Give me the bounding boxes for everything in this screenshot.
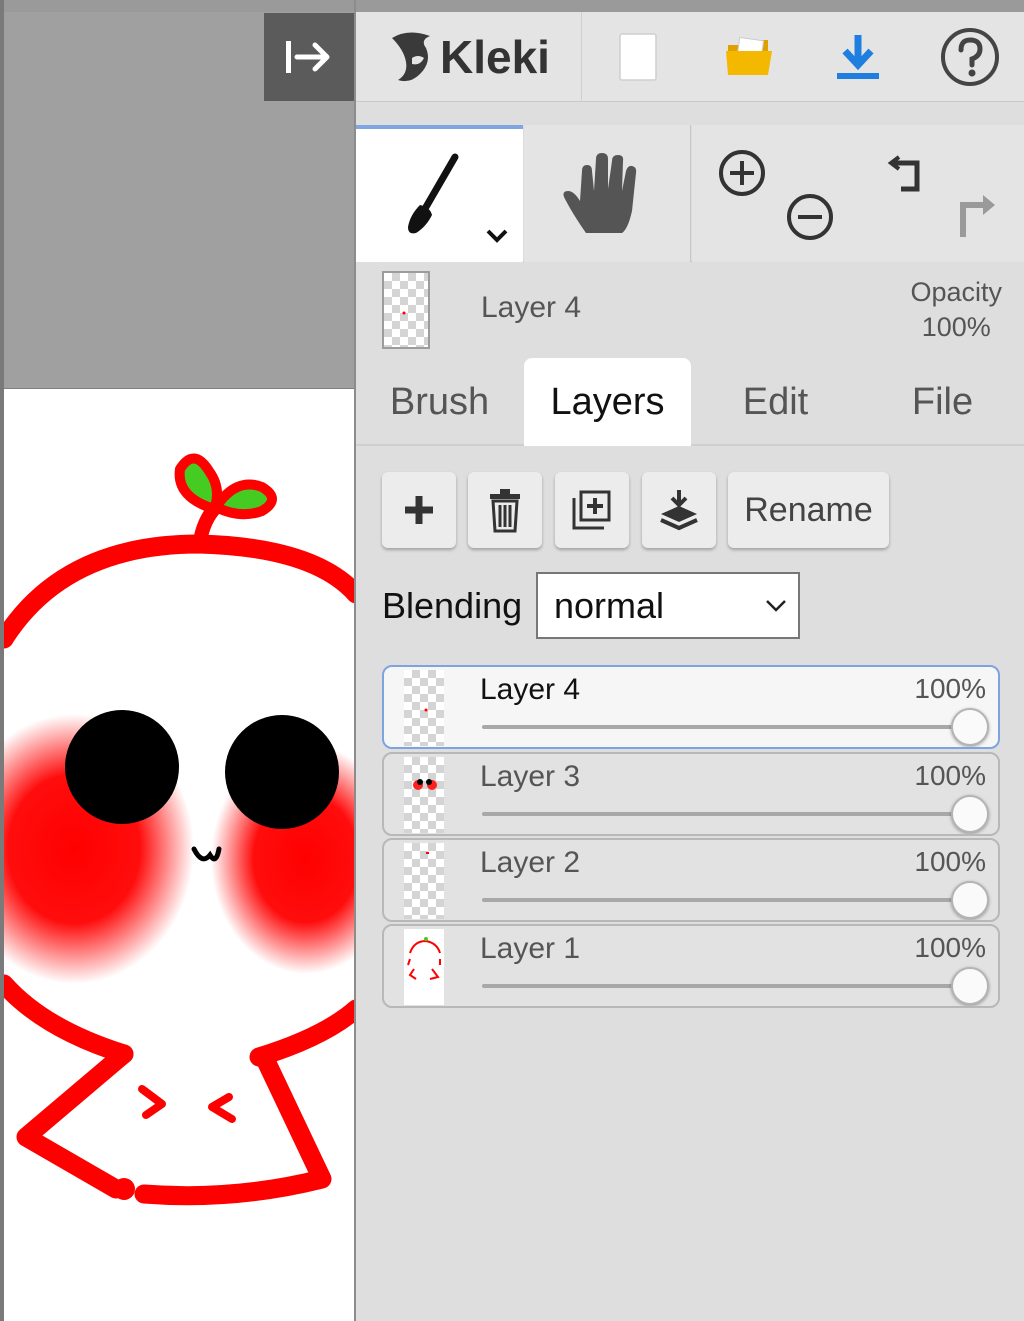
- right-leaf: [211, 479, 277, 520]
- body-bottom: [134, 1051, 332, 1206]
- layer-name: Layer 3: [480, 760, 581, 793]
- top-bar: Kleki: [356, 12, 1024, 102]
- layer-preview: [424, 708, 428, 712]
- head-outline-left: [4, 974, 134, 1064]
- chevron-down-icon: [766, 600, 786, 612]
- head-outline-top: [4, 534, 354, 649]
- canvas-top-strip: [0, 0, 354, 12]
- opacity-value: 100%: [921, 312, 991, 342]
- tab-file[interactable]: File: [859, 358, 1024, 446]
- current-layer-info: Layer 4 Opacity 100%: [356, 263, 1024, 358]
- collapse-panel-icon: [286, 41, 330, 73]
- layer-thumbnail: [404, 843, 444, 919]
- blending-row: Blending normal: [382, 572, 1022, 640]
- undo-icon[interactable]: [883, 145, 935, 197]
- kleki-logo[interactable]: Kleki: [356, 12, 582, 102]
- tab-brush[interactable]: Brush: [356, 358, 523, 446]
- layer-preview: [402, 311, 406, 315]
- layer-thumbnail: [404, 929, 444, 1005]
- canvas-left-edge: [0, 0, 4, 1321]
- layer-name: Layer 4: [480, 673, 581, 706]
- layer-item-3[interactable]: Layer 3 100%: [382, 752, 1000, 836]
- new-file-button[interactable]: [582, 12, 694, 102]
- opacity-slider-track[interactable]: [482, 898, 970, 902]
- duplicate-layer-button[interactable]: [555, 472, 629, 548]
- layer-preview: [413, 779, 437, 790]
- layer-opacity: 100%: [914, 846, 986, 877]
- delete-layer-button[interactable]: [468, 472, 542, 548]
- layer-item-2[interactable]: Layer 2 100%: [382, 838, 1000, 922]
- layer-item-1[interactable]: Layer 1 100%: [382, 924, 1000, 1008]
- layer-item-4[interactable]: Layer 4 100%: [382, 665, 1000, 749]
- hand-icon: [563, 153, 637, 233]
- rename-layer-button[interactable]: Rename: [728, 472, 889, 548]
- layer-preview: [407, 937, 441, 980]
- merge-down-button[interactable]: [642, 472, 716, 548]
- opacity-slider-knob[interactable]: [951, 795, 989, 833]
- layer-opacity: 100%: [914, 760, 986, 791]
- app-name: Kleki: [440, 31, 550, 83]
- layer-opacity: 100%: [914, 673, 986, 704]
- opacity-slider-knob[interactable]: [951, 967, 989, 1005]
- add-layer-icon: [405, 496, 433, 524]
- tab-edit[interactable]: Edit: [692, 358, 859, 446]
- right-eye: [225, 715, 339, 829]
- open-file-button[interactable]: [694, 12, 806, 102]
- body-dot: [113, 1178, 135, 1200]
- opacity-label: Opacity: [910, 277, 1002, 307]
- blending-label: Blending: [382, 585, 523, 626]
- hand-tool-button[interactable]: [524, 125, 691, 262]
- blending-mode-select[interactable]: normal: [536, 572, 800, 639]
- merge-down-icon: [660, 490, 698, 531]
- body-left-arm: [16, 1044, 134, 1199]
- layer-thumbnail: [404, 757, 444, 833]
- zoom-out-icon[interactable]: [784, 191, 836, 243]
- duplicate-layer-icon: [572, 490, 611, 530]
- right-cheek-mark: [208, 1093, 236, 1123]
- opacity-slider-knob[interactable]: [951, 881, 989, 919]
- new-file-icon: [619, 33, 657, 81]
- current-layer-opacity: Opacity 100%: [910, 275, 1002, 345]
- download-button[interactable]: [802, 12, 914, 102]
- layer-name: Layer 2: [480, 846, 581, 879]
- tool-row: [356, 125, 1024, 262]
- canvas-area[interactable]: [0, 0, 354, 1321]
- layer-name: Layer 1: [480, 932, 581, 965]
- blending-mode-value: normal: [554, 584, 665, 626]
- help-icon: [941, 28, 999, 86]
- opacity-slider-track[interactable]: [482, 725, 970, 729]
- help-button[interactable]: [914, 12, 1024, 102]
- current-layer-thumbnail: [382, 271, 430, 349]
- add-layer-button[interactable]: [382, 472, 456, 548]
- side-panel: Kleki Layer 4 Opacity 100% Brush Layers …: [354, 0, 1024, 1321]
- open-folder-icon: [726, 36, 772, 75]
- panel-top-strip: [356, 0, 1024, 12]
- layer-preview: [426, 852, 429, 854]
- panel-tabs: Brush Layers Edit File: [356, 358, 1024, 446]
- opacity-slider-track[interactable]: [482, 812, 970, 816]
- current-layer-name: Layer 4: [481, 291, 582, 324]
- layer-thumbnail: [404, 670, 444, 746]
- chevron-down-icon[interactable]: [484, 227, 510, 245]
- brush-tool-button[interactable]: [356, 125, 523, 262]
- opacity-slider-knob[interactable]: [951, 708, 989, 746]
- layer-opacity: 100%: [914, 932, 986, 963]
- left-leaf: [174, 453, 223, 514]
- kleki-logo-icon: [392, 32, 430, 82]
- opacity-slider-track[interactable]: [482, 984, 970, 988]
- redo-icon[interactable]: [949, 189, 1001, 241]
- tab-layers[interactable]: Layers: [524, 358, 691, 446]
- canvas-artwork: [4, 453, 354, 1206]
- zoom-tools: [692, 125, 859, 262]
- zoom-in-icon[interactable]: [716, 147, 768, 199]
- collapse-panel-button[interactable]: [264, 13, 354, 101]
- delete-layer-icon: [490, 489, 520, 533]
- layer-actions: Rename: [382, 472, 1022, 548]
- head-outline-right: [249, 999, 354, 1067]
- drawing-canvas[interactable]: [4, 388, 354, 1321]
- history-tools: [859, 125, 1024, 262]
- download-icon: [837, 35, 879, 79]
- left-cheek-mark: [138, 1085, 166, 1119]
- left-eye: [65, 710, 179, 824]
